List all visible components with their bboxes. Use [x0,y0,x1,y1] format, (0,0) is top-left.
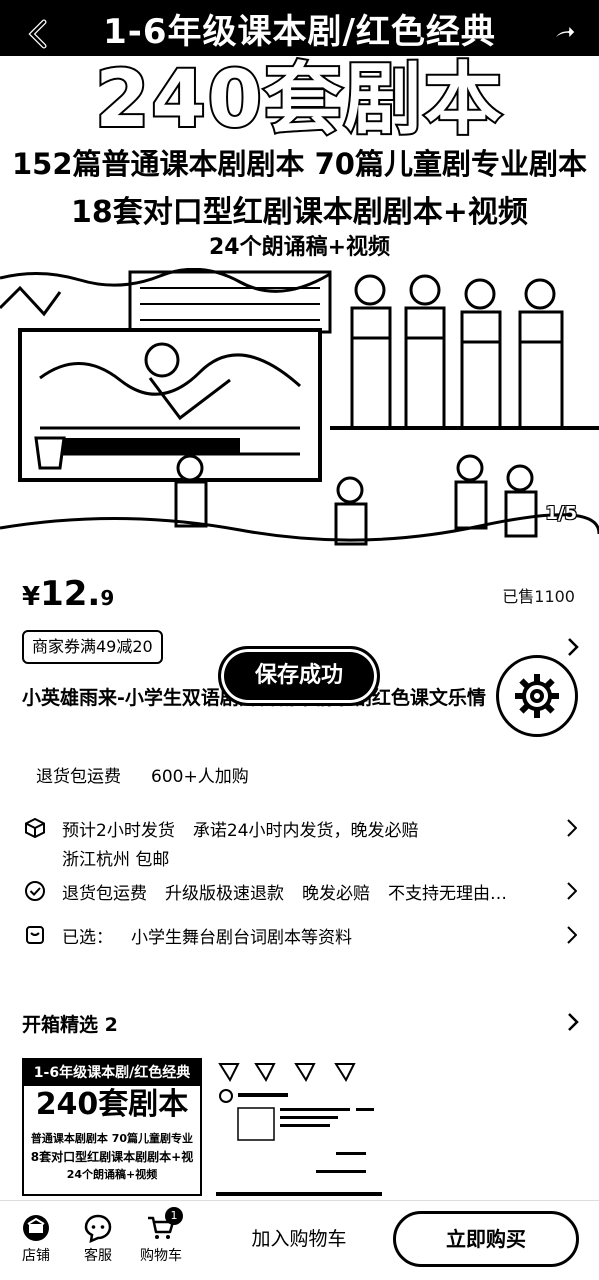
price-integer: 12. [40,574,101,614]
tag-free-return: 退货包运费 [36,767,121,787]
tag-cart-count: 600+人加购 [151,767,249,787]
chevron-right-icon [561,880,577,902]
banner-line-2: 18套对口型红剧课本剧剧本+视频 [71,195,528,230]
store-tab[interactable]: 店铺 [8,1211,64,1265]
shipping-eta: 预计2小时发货 [62,820,175,841]
banner-big-title: 240套剧本 [93,55,504,145]
gear-icon [515,674,559,718]
cart-tab[interactable]: 购物车 1 [133,1207,189,1265]
customer-service-tab[interactable]: 客服 [70,1211,126,1265]
thumb-big-title: 240套剧本 [35,1087,189,1122]
shipping-promise: 承诺24小时内发货，晚发必赔 [192,820,419,841]
add-to-cart-button[interactable]: 加入购物车 [214,1211,384,1267]
price-decimal: 9 [100,586,115,610]
back-button[interactable] [18,14,58,54]
bottom-action-bar: 店铺 客服 购物车 1 加入购物车 立即购买 [0,1200,599,1280]
service-item: 不支持无理由… [388,883,507,904]
unboxing-chevron-right-icon[interactable] [567,1012,579,1036]
shipping-row[interactable]: 预计2小时发货 承诺24小时内发货，晚发必赔 [22,815,577,841]
thumb-line-1: 普通课本剧剧本 70篇儿童剧专业 [30,1132,194,1145]
bag-icon [22,922,48,948]
shipping-origin: 浙江杭州 包邮 [62,850,170,870]
store-tab-label: 店铺 [22,1248,50,1264]
thumb-line-3: 24个朗诵稿+视频 [66,1168,158,1181]
selected-spec-row[interactable]: 已选： 小学生舞台剧台词剧本等资料 [22,922,577,948]
chevron-left-icon [28,19,47,49]
cart-count-badge: 1 [165,1207,183,1225]
coupon-chevron-right-icon[interactable] [567,637,579,661]
stage-scene-illustration [0,268,599,560]
banner-header: 1-6年级课本剧/红色经典 [0,0,599,52]
chevron-right-icon [561,924,577,946]
share-button[interactable] [543,14,583,54]
selected-label: 已选： [62,927,113,948]
sold-count: 已售1100 [502,587,575,606]
service-item: 升级版极速退款 [165,883,284,904]
save-success-toast: 保存成功 [218,646,380,706]
price: ¥12.9 [22,574,114,614]
thumb-line-2: 8套对口型红剧课本剧剧本+视 [30,1150,194,1164]
service-item: 晚发必赔 [302,883,370,904]
coupon-badge[interactable]: 商家券满49减20 [22,630,163,664]
product-image[interactable] [0,268,599,560]
banner-line-1: 152篇普通课本剧剧本 70篇儿童剧专业剧本 [12,147,587,181]
product-tags: 退货包运费 600+人加购 [36,762,249,787]
unboxing-thumbnail[interactable]: 1-6年级课本剧/红色经典 240套剧本 普通课本剧剧本 70篇儿童剧专业 8套… [22,1058,202,1196]
buy-now-button[interactable]: 立即购买 [393,1211,579,1267]
chevron-right-icon [561,817,577,839]
settings-floating-button[interactable] [496,655,578,737]
thumb-header: 1-6年级课本剧/红色经典 [24,1060,200,1086]
share-icon [550,22,578,46]
store-icon [8,1211,64,1245]
shield-check-icon [22,878,48,904]
banner-line-3: 24个朗诵稿+视频 [208,235,391,260]
customer-service-tab-label: 客服 [84,1248,112,1264]
box-icon [22,815,48,841]
unboxing-thumbnail-screenshot[interactable] [216,1058,382,1196]
order-screenshot-image [216,1058,382,1196]
service-guarantee-row[interactable]: 退货包运费 升级版极速退款 晚发必赔 不支持无理由… [22,878,577,904]
selected-value: 小学生舞台剧台词剧本等资料 [131,927,352,948]
unboxing-section-title[interactable]: 开箱精选 2 [22,1010,118,1037]
chat-bubble-icon [70,1211,126,1245]
price-currency: ¥ [22,582,41,612]
service-item: 退货包运费 [62,883,147,904]
image-counter: 1/5 [545,503,577,524]
cart-tab-label: 购物车 [140,1248,182,1264]
banner-header-text: 1-6年级课本剧/红色经典 [103,12,496,52]
